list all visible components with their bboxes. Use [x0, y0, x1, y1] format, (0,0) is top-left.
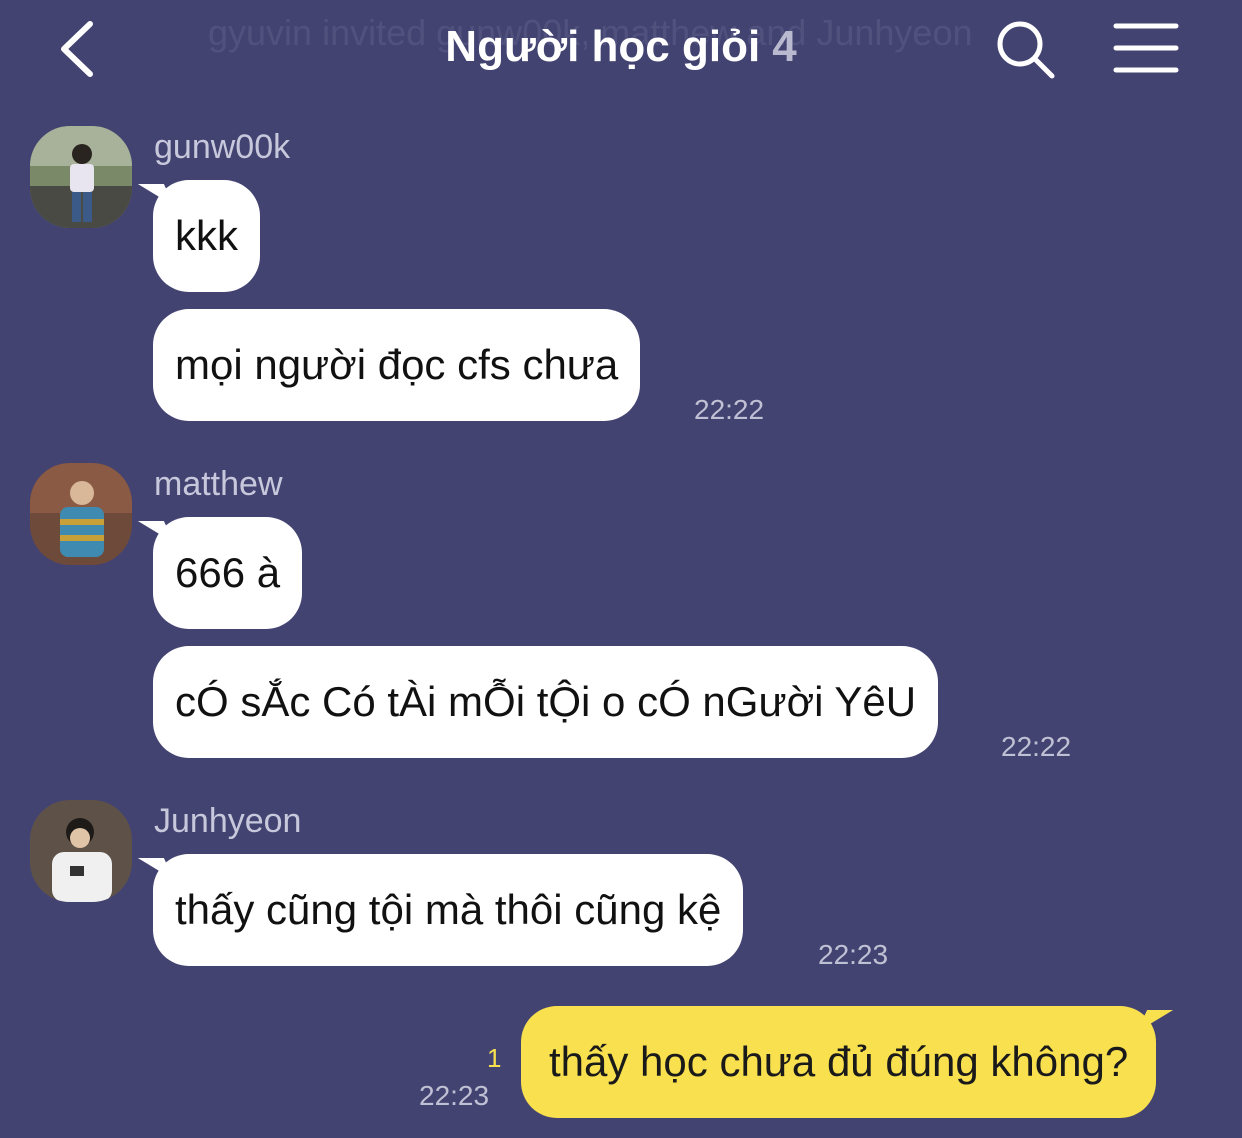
- message-time: 22:22: [1001, 731, 1072, 762]
- avatar-matthew[interactable]: [30, 463, 132, 565]
- my-message-bubble[interactable]: thấy học chưa đủ đúng không?: [521, 1006, 1157, 1118]
- chat-title: Người học giỏi: [445, 22, 761, 71]
- sender-name: gunw00k: [154, 128, 291, 166]
- avatar-photo: [30, 126, 132, 228]
- avatar-gunw00k[interactable]: [30, 126, 132, 228]
- avatar-photo: [30, 800, 132, 902]
- unread-count: 1: [487, 1043, 502, 1073]
- chat-header: gyuvin invited gunw00k, matthew and Junh…: [0, 0, 1242, 100]
- sender-name: Junhyeon: [154, 802, 302, 840]
- message-time: 22:23: [818, 939, 889, 970]
- menu-button[interactable]: [1112, 22, 1180, 74]
- message-bubble[interactable]: mọi người đọc cfs chưa: [153, 309, 641, 421]
- sender-name: matthew: [154, 465, 283, 503]
- avatar-junhyeon[interactable]: [30, 800, 132, 902]
- avatar-photo: [30, 463, 132, 565]
- message-bubble[interactable]: kkk: [153, 180, 260, 292]
- message-time: 22:22: [694, 394, 765, 425]
- message-bubble[interactable]: thấy cũng tội mà thôi cũng kệ: [153, 854, 744, 966]
- search-icon: [997, 21, 1055, 79]
- message-bubble[interactable]: 666 à: [153, 517, 303, 629]
- hamburger-menu-icon: [1113, 23, 1179, 73]
- search-button[interactable]: [994, 18, 1058, 82]
- member-count: 4: [772, 22, 797, 71]
- message-time: 22:23: [419, 1080, 490, 1111]
- message-bubble[interactable]: cÓ sẮc Có tÀi mỖi tỘi o cÓ nGười YêU: [153, 646, 939, 758]
